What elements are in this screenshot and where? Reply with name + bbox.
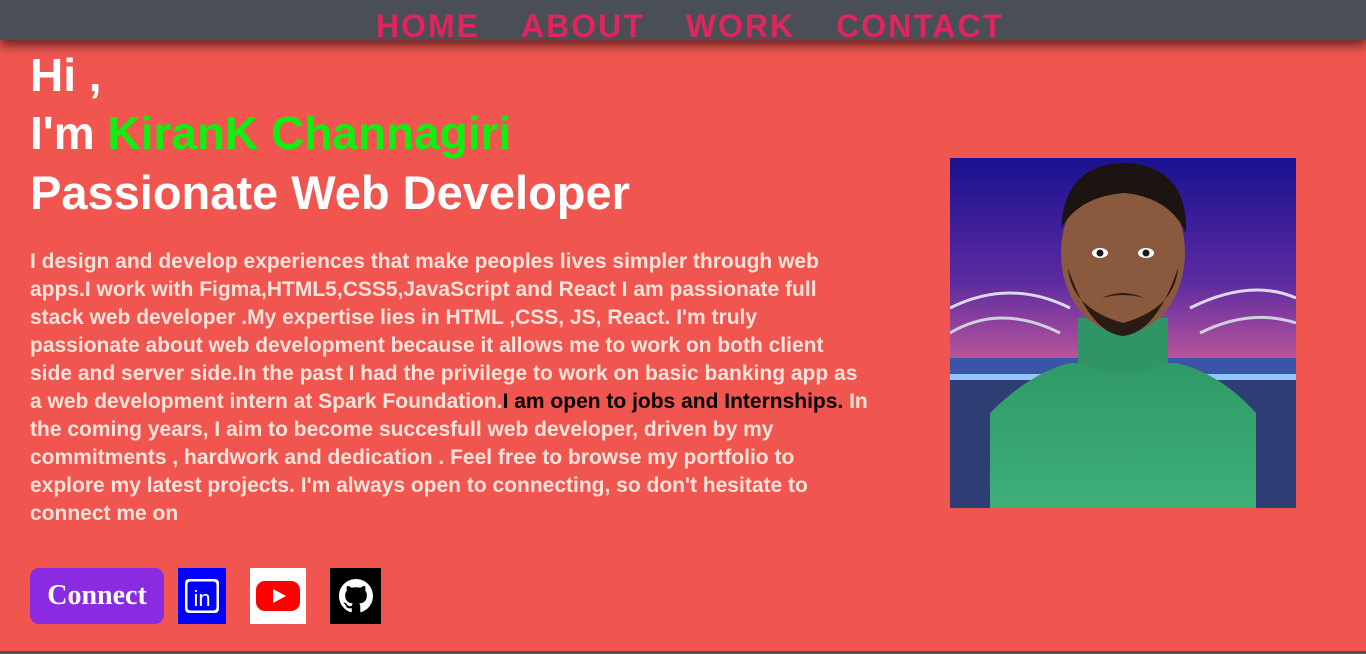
nav-work-link[interactable]: WORK xyxy=(686,6,795,46)
github-icon xyxy=(338,579,373,613)
linkedin-link[interactable]: in xyxy=(178,568,226,624)
bio-text-part1: I design and develop experiences that ma… xyxy=(30,250,858,413)
open-to-jobs-text: I am open to jobs and Internships. xyxy=(502,390,844,413)
greeting: Hi , xyxy=(30,49,102,101)
action-row: Connect in xyxy=(30,568,381,624)
bio-paragraph: I design and develop experiences that ma… xyxy=(30,248,870,528)
intro-line: I'm KiranK Channagiri xyxy=(30,104,880,162)
profile-photo xyxy=(950,158,1296,508)
youtube-icon xyxy=(256,581,300,611)
nav-home-link[interactable]: HOME xyxy=(376,6,480,46)
headline: Passionate Web Developer xyxy=(30,166,630,219)
youtube-link[interactable] xyxy=(250,568,306,624)
github-link[interactable] xyxy=(330,568,381,624)
linkedin-glyph: in xyxy=(193,586,210,611)
linkedin-icon: in xyxy=(185,579,219,613)
profile-photo-illustration xyxy=(950,158,1296,508)
developer-name: KiranK Channagiri xyxy=(107,107,512,159)
nav-list: HOME ABOUT WORK CONTACT xyxy=(376,6,1004,46)
intro-prefix: I'm xyxy=(30,107,108,159)
connect-button[interactable]: Connect xyxy=(30,568,164,624)
nav-contact-link[interactable]: CONTACT xyxy=(836,6,1004,46)
hero-section: Hi , I'm KiranK Channagiri Passionate We… xyxy=(30,44,880,528)
nav-about-link[interactable]: ABOUT xyxy=(521,6,645,46)
top-navbar: HOME ABOUT WORK CONTACT xyxy=(0,0,1366,44)
